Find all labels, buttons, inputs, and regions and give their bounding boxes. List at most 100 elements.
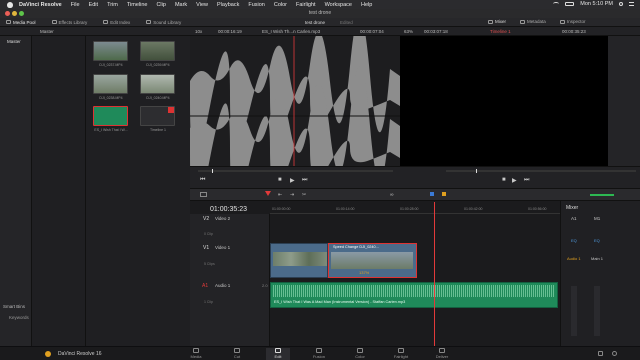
menu-playback[interactable]: Playback: [217, 2, 239, 8]
timeline-name[interactable]: Timeline 1: [490, 29, 511, 34]
search-icon[interactable]: [619, 2, 623, 6]
deliver-page-icon: [439, 348, 445, 353]
menu-clip[interactable]: Clip: [156, 2, 165, 8]
track-name-v1[interactable]: Video 1: [215, 245, 230, 250]
menu-help[interactable]: Help: [361, 2, 372, 8]
maximize-window-button[interactable]: [19, 11, 24, 16]
timeline-stop-button[interactable]: ■: [502, 177, 506, 183]
mixer-eq-m1[interactable]: EQ: [594, 238, 600, 243]
home-icon[interactable]: [598, 351, 603, 356]
speed-clip-thumbnail: [331, 252, 413, 269]
track-name-a1[interactable]: Audio 1: [215, 283, 230, 288]
audio-clip[interactable]: ES_I Wish That I Was A Mad Man (Instrume…: [270, 282, 558, 308]
page-fusion-button[interactable]: Fusion: [307, 348, 331, 360]
page-deliver-button[interactable]: Deliver: [430, 348, 454, 360]
page-cut-button[interactable]: Cut: [225, 348, 249, 360]
timeline-badge-icon: [168, 107, 174, 113]
ruler-tick: 01:00:28:00: [400, 207, 419, 211]
play-button[interactable]: ▶: [290, 177, 295, 184]
media-thumb-audio[interactable]: [93, 106, 128, 126]
menu-workspace[interactable]: Workspace: [325, 2, 352, 8]
media-pool-button[interactable]: Media Pool: [6, 20, 36, 25]
volume-slider[interactable]: [590, 194, 614, 196]
timeline-scrubber[interactable]: [446, 169, 636, 173]
close-window-button[interactable]: [5, 11, 10, 16]
bin-header[interactable]: Master: [40, 29, 54, 34]
menu-view[interactable]: View: [196, 2, 208, 8]
mixer-eq-a1[interactable]: EQ: [571, 238, 577, 243]
mixer-button[interactable]: Mixer: [488, 19, 506, 24]
timeline-ruler[interactable]: 01:00:00:00 01:00:14:00 01:00:28:00 01:0…: [270, 201, 560, 214]
stop-button[interactable]: ■: [278, 177, 282, 183]
clip-thumbnail-strip: [273, 252, 327, 266]
metadata-button[interactable]: Metadata: [520, 19, 546, 24]
master-bin[interactable]: Master: [7, 39, 21, 44]
media-thumb[interactable]: [140, 74, 175, 94]
battery-icon[interactable]: [565, 2, 575, 6]
waveform-svg: [190, 15, 400, 210]
media-thumb[interactable]: [93, 74, 128, 94]
timeline-playhead[interactable]: [434, 202, 435, 346]
media-thumb[interactable]: [140, 41, 175, 61]
menu-clock[interactable]: Mon 5:10 PM: [580, 1, 613, 7]
menu-color[interactable]: Color: [274, 2, 287, 8]
settings-icon[interactable]: [612, 351, 617, 356]
page-fairlight-button[interactable]: Fairlight: [389, 348, 413, 360]
media-page-icon: [193, 348, 199, 353]
timeline-play-button[interactable]: ▶: [512, 177, 517, 184]
timeline-next-button[interactable]: ⏭: [524, 177, 529, 184]
smart-bins-header[interactable]: Smart Bins: [3, 304, 25, 309]
minimize-window-button[interactable]: [12, 11, 17, 16]
next-frame-button[interactable]: ⏭: [302, 177, 307, 184]
track-name-v2[interactable]: Video 2: [215, 216, 230, 221]
fader-m1[interactable]: [594, 286, 600, 336]
speed-change-clip[interactable]: Speed Change DJI_0240... 137%: [328, 243, 417, 278]
menu-fusion[interactable]: Fusion: [248, 2, 265, 8]
viewer-zoom[interactable]: 63%: [404, 29, 413, 34]
menu-trim[interactable]: Trim: [107, 2, 118, 8]
trim-tool-icon[interactable]: ⇤: [278, 192, 282, 198]
effects-library-button[interactable]: Effects Library: [51, 20, 87, 25]
page-edit-button[interactable]: Edit: [266, 348, 290, 360]
page-label: Media: [190, 354, 202, 359]
blade-tool-icon[interactable]: ✂: [302, 192, 306, 198]
source-waveform-viewer[interactable]: [190, 15, 400, 210]
video-clip-group[interactable]: [270, 243, 328, 278]
project-status: Edited: [340, 20, 353, 25]
layout-icon[interactable]: [200, 192, 207, 197]
menu-app-name[interactable]: DaVinci Resolve: [19, 2, 62, 8]
edit-index-button[interactable]: Edit Index: [103, 20, 130, 25]
sound-library-button[interactable]: Sound Library: [146, 20, 181, 25]
menu-timeline[interactable]: Timeline: [127, 2, 148, 8]
selection-tool-icon[interactable]: [265, 191, 271, 196]
timeline-viewer[interactable]: [400, 36, 608, 166]
flag-icon[interactable]: [430, 192, 434, 196]
inspector-button[interactable]: Inspector: [560, 19, 586, 24]
menu-mark[interactable]: Mark: [175, 2, 187, 8]
menu-edit[interactable]: Edit: [89, 2, 98, 8]
apple-icon[interactable]: [7, 1, 13, 8]
rewind-button[interactable]: ⏮: [200, 177, 205, 184]
mixer-icon: [488, 19, 493, 24]
page-color-button[interactable]: Color: [348, 348, 372, 360]
mixer-title: Mixer: [566, 205, 579, 211]
menu-file[interactable]: File: [71, 2, 80, 8]
source-scrubber[interactable]: [198, 169, 393, 173]
menu-list-icon[interactable]: [629, 2, 634, 6]
sound-library-label: Sound Library: [153, 19, 182, 25]
media-label: DJI_0240.MP4: [146, 96, 170, 100]
media-label: DJI_0239.MP4: [146, 63, 170, 67]
marker-icon[interactable]: [442, 192, 446, 196]
page-media-button[interactable]: Media: [184, 348, 208, 360]
keywords-bin[interactable]: Keywords: [9, 315, 29, 320]
transport-bar: ⏮ ■ ▶ ⏭ ■ ▶ ⏭: [190, 166, 640, 188]
source-zoom[interactable]: 10x: [195, 29, 202, 34]
link-icon[interactable]: ∞: [390, 192, 394, 198]
wifi-icon[interactable]: [553, 2, 560, 6]
dynamic-trim-icon[interactable]: ⇥: [290, 192, 294, 198]
media-thumb-timeline[interactable]: [140, 106, 175, 126]
fader-a1[interactable]: [571, 286, 577, 336]
media-thumb[interactable]: [93, 41, 128, 61]
source-clip-name[interactable]: ES_I Wish Th...n Carlen.mp3: [262, 29, 320, 34]
menu-fairlight[interactable]: Fairlight: [296, 2, 316, 8]
